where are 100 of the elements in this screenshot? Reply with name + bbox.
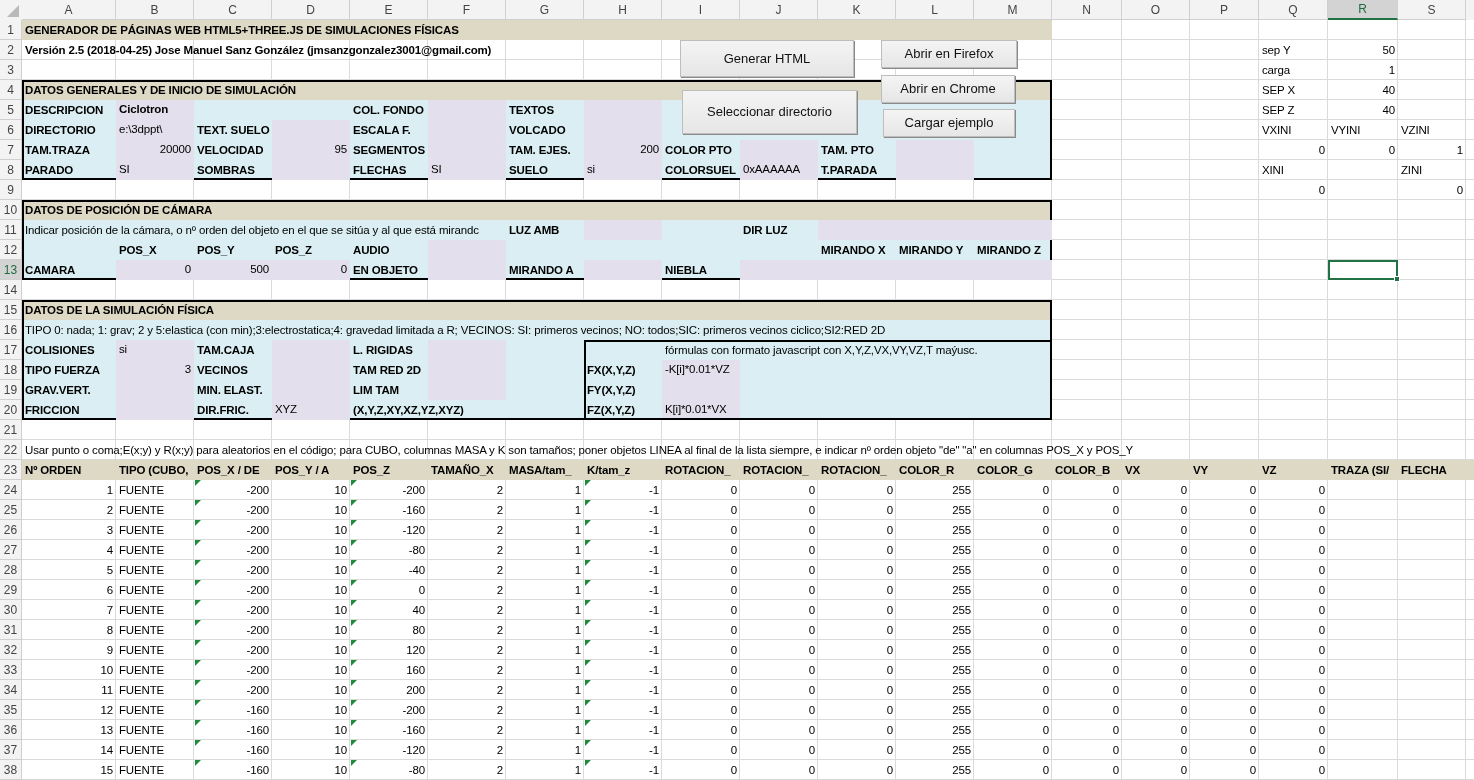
input-cell[interactable]	[974, 260, 1052, 280]
input-cell[interactable]	[818, 220, 896, 240]
row-header[interactable]: 5	[0, 100, 22, 120]
table-cell-text: -200	[401, 703, 426, 717]
table-cell-text: 0	[1111, 683, 1120, 697]
row-header[interactable]: 36	[0, 720, 22, 740]
input-cell[interactable]: 95	[272, 140, 350, 160]
row-header[interactable]: 19	[0, 380, 22, 400]
row-header[interactable]: 6	[0, 120, 22, 140]
input-cell[interactable]: si	[584, 160, 662, 180]
column-header[interactable]: N	[1052, 0, 1122, 20]
input-cell[interactable]: si	[116, 340, 194, 360]
column-header[interactable]: S	[1398, 0, 1466, 20]
table-cell-text: -1	[648, 723, 660, 737]
row-header[interactable]: 27	[0, 540, 22, 560]
row-header[interactable]: 13	[0, 260, 22, 280]
input-cell[interactable]: Ciclotron	[116, 100, 194, 120]
row-header[interactable]: 37	[0, 740, 22, 760]
macro-button[interactable]: Abrir en Firefox	[881, 40, 1017, 68]
row-header[interactable]: 35	[0, 700, 22, 720]
row-header[interactable]: 8	[0, 160, 22, 180]
table-cell-text: 0	[1317, 663, 1326, 677]
input-cell[interactable]: SI	[116, 160, 194, 180]
input-cell[interactable]	[116, 400, 194, 420]
input-cell[interactable]: -K[i]*0.01*VZ	[662, 360, 740, 380]
input-cell[interactable]	[974, 220, 1052, 240]
input-cell[interactable]	[896, 160, 974, 180]
active-cell[interactable]	[1328, 260, 1398, 280]
input-cell[interactable]	[740, 260, 818, 280]
row-header[interactable]: 2	[0, 40, 22, 60]
table-cell-text: 0	[885, 743, 894, 757]
table-cell-text: -120	[401, 523, 426, 537]
row-header[interactable]: 32	[0, 640, 22, 660]
macro-button[interactable]: Cargar ejemplo	[883, 109, 1015, 137]
input-cell[interactable]: 3	[116, 360, 194, 380]
row-header[interactable]: 30	[0, 600, 22, 620]
column-heading: VZ	[1261, 463, 1278, 477]
table-cell-text: 10	[333, 663, 348, 677]
row-header[interactable]: 33	[0, 660, 22, 680]
input-cell[interactable]: e:\3dppt\	[116, 120, 194, 140]
table-cell-text: FUENTE	[118, 663, 166, 677]
macro-button[interactable]: Seleccionar directorio	[682, 90, 857, 134]
table-cell-text: 0	[807, 503, 816, 517]
column-heading: COLOR_G	[976, 463, 1034, 477]
input-cell[interactable]	[584, 220, 662, 240]
row-header[interactable]: 29	[0, 580, 22, 600]
table-cell-text: 0	[1248, 643, 1257, 657]
column-header[interactable]: O	[1122, 0, 1190, 20]
row-header[interactable]: 9	[0, 180, 22, 200]
column-heading: MASA/tam_	[508, 463, 573, 477]
row-header[interactable]: 7	[0, 140, 22, 160]
fill-handle[interactable]	[1394, 276, 1400, 282]
macro-button[interactable]: Generar HTML	[680, 40, 854, 77]
row-header[interactable]: 3	[0, 60, 22, 80]
row-header[interactable]: 38	[0, 760, 22, 780]
row-header[interactable]: 21	[0, 420, 22, 440]
table-cell-text: 6	[105, 583, 114, 597]
input-cell[interactable]	[272, 160, 350, 180]
row-header[interactable]: 20	[0, 400, 22, 420]
input-cell[interactable]	[428, 100, 506, 120]
input-cell[interactable]: XYZ	[272, 400, 350, 420]
row-header[interactable]: 34	[0, 680, 22, 700]
select-all-icon[interactable]	[7, 5, 19, 17]
macro-button[interactable]: Abrir en Chrome	[881, 75, 1015, 103]
input-cell[interactable]: 0	[272, 260, 350, 280]
table-cell-text: 0	[1317, 523, 1326, 537]
row-header[interactable]: 14	[0, 280, 22, 300]
table-cell-text: FUENTE	[118, 543, 166, 557]
input-cell[interactable]: K[i]*0.01*VX	[662, 400, 740, 420]
table-cell-text: 1	[573, 723, 582, 737]
column-heading: K/tam_z	[586, 463, 632, 477]
input-cell[interactable]	[584, 260, 662, 280]
table-cell-text: 0	[729, 763, 738, 777]
row-header[interactable]: 18	[0, 360, 22, 380]
row-header[interactable]: 31	[0, 620, 22, 640]
column-header[interactable]: R	[1328, 0, 1398, 20]
input-cell[interactable]: 20000	[116, 140, 194, 160]
input-cell[interactable]	[584, 100, 662, 120]
table-cell-text: 0	[1111, 703, 1120, 717]
input-cell[interactable]: 0xAAAAAA	[740, 160, 818, 180]
table-cell-text: 1	[573, 623, 582, 637]
row-header[interactable]: 28	[0, 560, 22, 580]
input-cell[interactable]: 0	[116, 260, 194, 280]
column-heading: Nº ORDEN	[24, 463, 83, 477]
row-header[interactable]: 25	[0, 500, 22, 520]
row-header[interactable]: 26	[0, 520, 22, 540]
row-header[interactable]: 11	[0, 220, 22, 240]
row-header[interactable]: 17	[0, 340, 22, 360]
row-header[interactable]: 24	[0, 480, 22, 500]
input-cell[interactable]: 200	[584, 140, 662, 160]
input-cell[interactable]: 500	[194, 260, 272, 280]
row-header[interactable]: 16	[0, 320, 22, 340]
input-cell[interactable]	[428, 260, 506, 280]
row-header[interactable]: 22	[0, 440, 22, 460]
column-header[interactable]: P	[1190, 0, 1259, 20]
table-cell-text: 255	[951, 683, 972, 697]
table-cell-text: 0	[1317, 743, 1326, 757]
section-title: GENERADOR DE PÁGINAS WEB HTML5+THREE.JS DE SIMULACIONES FÍSICAS	[24, 23, 460, 37]
input-cell[interactable]: SI	[428, 160, 506, 180]
table-cell-text: FUENTE	[118, 523, 166, 537]
